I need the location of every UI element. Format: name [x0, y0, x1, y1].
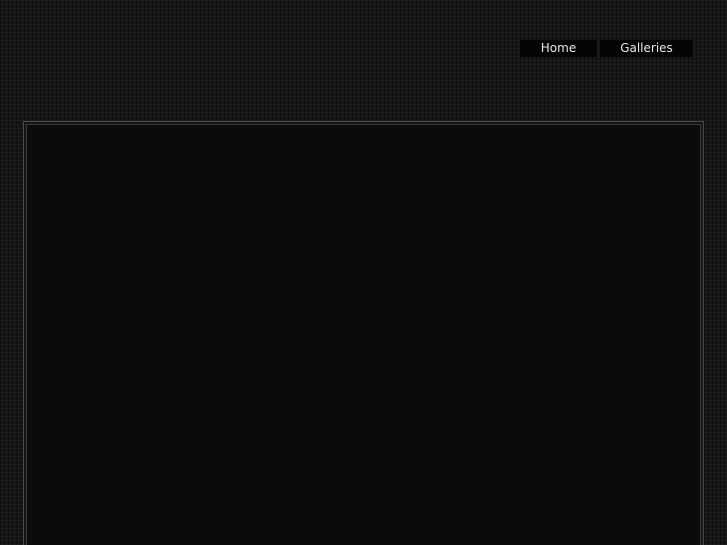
nav-galleries-button[interactable]: Galleries [600, 40, 693, 57]
content-frame [23, 121, 704, 545]
nav-home-button[interactable]: Home [520, 40, 597, 57]
main-nav: Home Galleries [520, 40, 693, 57]
content-area [26, 124, 701, 545]
